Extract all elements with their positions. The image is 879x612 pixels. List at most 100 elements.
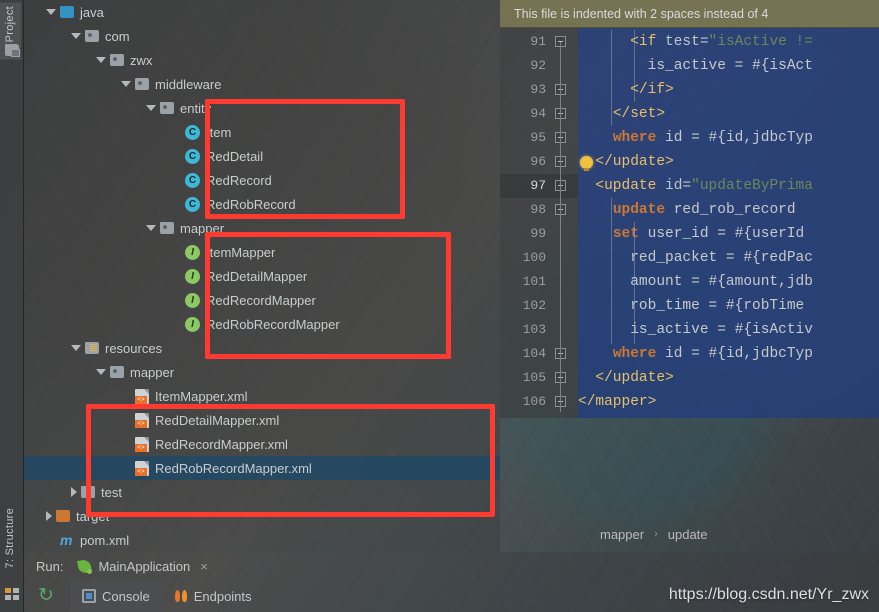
tree-row-label: test [101, 484, 122, 500]
tree-row[interactable]: mapper [24, 216, 500, 240]
run-configuration-name[interactable]: MainApplication [98, 559, 190, 574]
chevron-down-icon[interactable] [121, 81, 131, 87]
code-line[interactable]: red_packet = #{redPac [578, 246, 879, 270]
tree-row[interactable]: C RedRobRecord [24, 192, 500, 216]
project-tree-panel[interactable]: java com zwx middleware entity C Item C RedDetai… [24, 0, 500, 552]
code-line[interactable]: where id = #{id,jdbcTyp [578, 342, 879, 366]
maven-file-icon: m [60, 532, 73, 548]
code-line[interactable]: set user_id = #{userId [578, 222, 879, 246]
tree-row[interactable]: m pom.xml [24, 528, 500, 552]
tree-row-label: ItemMapper.xml [155, 388, 248, 404]
code-line[interactable]: is_active = #{isAct [578, 54, 879, 78]
close-icon[interactable]: × [200, 559, 208, 574]
chevron-down-icon[interactable] [146, 225, 156, 231]
code-line[interactable]: where id = #{id,jdbcTyp [578, 126, 879, 150]
tree-row[interactable]: RedRecordMapper.xml [24, 432, 500, 456]
tree-row[interactable]: I RedDetailMapper [24, 264, 500, 288]
tree-row[interactable]: zwx [24, 48, 500, 72]
code-line[interactable]: <if test="isActive != [578, 30, 879, 54]
tree-row[interactable]: RedRobRecordMapper.xml [24, 456, 500, 480]
line-number: 104 [522, 346, 546, 361]
chevron-down-icon[interactable] [96, 369, 106, 375]
ide-window: 1: Project 7: Structure java com zwx middle… [0, 0, 879, 612]
code-line[interactable]: </update> [578, 150, 879, 174]
code-line[interactable]: </update> [578, 366, 879, 390]
chevron-right-icon: › [654, 528, 658, 540]
folder-package-icon [135, 78, 149, 90]
tab-console-label: Console [102, 588, 150, 604]
tree-row[interactable]: ItemMapper.xml [24, 384, 500, 408]
tree-row[interactable]: I RedRecordMapper [24, 288, 500, 312]
tree-row-label: RedDetail [206, 148, 264, 164]
tree-row[interactable]: resources [24, 336, 500, 360]
tree-row[interactable]: com [24, 24, 500, 48]
line-number: 93 [530, 82, 546, 97]
structure-icon [5, 588, 19, 600]
chevron-down-icon[interactable] [46, 9, 56, 15]
tree-row-label: target [76, 508, 110, 524]
tree-row-label: zwx [130, 52, 153, 68]
line-number: 106 [522, 394, 546, 409]
tree-row[interactable]: RedDetailMapper.xml [24, 408, 500, 432]
chevron-down-icon[interactable] [71, 345, 81, 351]
tree-row[interactable]: C Item [24, 120, 500, 144]
breadcrumb-item[interactable]: update [668, 527, 708, 542]
line-number: 94 [530, 106, 546, 121]
java-interface-icon: I [185, 292, 200, 308]
code-line[interactable]: </set> [578, 102, 879, 126]
chevron-down-icon[interactable] [96, 57, 106, 63]
tree-row[interactable]: entity [24, 96, 500, 120]
line-number: 92 [530, 58, 546, 73]
folder-package-icon [85, 30, 99, 42]
tree-row[interactable]: I RedRobRecordMapper [24, 312, 500, 336]
folder-target-icon [56, 510, 70, 522]
folder-package-icon [110, 54, 124, 66]
tree-row-label: RedDetailMapper.xml [155, 412, 280, 428]
tree-row[interactable]: middleware [24, 72, 500, 96]
indent-guide [634, 30, 635, 102]
code-line[interactable]: rob_time = #{robTime [578, 294, 879, 318]
rerun-icon[interactable] [38, 587, 56, 605]
line-number-gutter[interactable]: 91 92 93 94 95 96 97 98 99 100 101 102 103 104 105 106 [500, 28, 578, 418]
chevron-down-icon[interactable] [71, 33, 81, 39]
code-line[interactable]: is_active = #{isActiv [578, 318, 879, 342]
code-editor: This file is indented with 2 spaces inst… [500, 0, 879, 552]
chevron-right-icon[interactable] [46, 511, 52, 521]
tree-row[interactable]: C RedRecord [24, 168, 500, 192]
tool-window-tab-structure[interactable]: 7: Structure [0, 504, 21, 572]
tab-console[interactable]: Console [70, 580, 162, 612]
code-text-area[interactable]: <if test="isActive != is_active = #{isAc… [578, 28, 879, 418]
tree-row-label: com [105, 28, 130, 44]
indentation-notification[interactable]: This file is indented with 2 spaces inst… [500, 0, 879, 28]
tree-row[interactable]: I ItemMapper [24, 240, 500, 264]
indent-guide [634, 222, 635, 344]
code-line[interactable]: </if> [578, 78, 879, 102]
indent-guide [611, 198, 612, 344]
tree-row-label: RedRobRecordMapper.xml [155, 460, 312, 476]
tree-row[interactable]: C RedDetail [24, 144, 500, 168]
xml-file-icon [135, 388, 149, 404]
tree-row[interactable]: target [24, 504, 500, 528]
tab-endpoints-label: Endpoints [193, 588, 252, 604]
code-line[interactable]: update red_rob_record [578, 198, 879, 222]
xml-file-icon [135, 460, 149, 476]
line-number: 99 [530, 226, 546, 241]
tree-row[interactable]: mapper [24, 360, 500, 384]
code-viewport[interactable]: 91 92 93 94 95 96 97 98 99 100 101 102 103 104 105 106 … [500, 28, 879, 418]
tree-row-label: mapper [130, 364, 175, 380]
chevron-right-icon[interactable] [71, 487, 77, 497]
tree-row[interactable]: java [24, 0, 500, 24]
code-line[interactable]: </mapper> [578, 390, 879, 414]
tree-row[interactable]: test [24, 480, 500, 504]
watermark-url: https://blog.csdn.net/Yr_zwx [668, 586, 869, 603]
code-line[interactable]: <update id="updateByPrima [578, 174, 879, 198]
intention-bulb-icon[interactable] [580, 156, 593, 171]
folder-icon [5, 44, 20, 57]
breadcrumb[interactable]: mapper › update [500, 520, 879, 548]
chevron-down-icon[interactable] [146, 105, 156, 111]
breadcrumb-item[interactable]: mapper [600, 527, 644, 542]
folder-icon [81, 486, 95, 498]
tab-endpoints[interactable]: Endpoints [162, 580, 264, 612]
code-line[interactable]: amount = #{amount,jdb [578, 270, 879, 294]
java-class-icon: C [185, 172, 200, 188]
